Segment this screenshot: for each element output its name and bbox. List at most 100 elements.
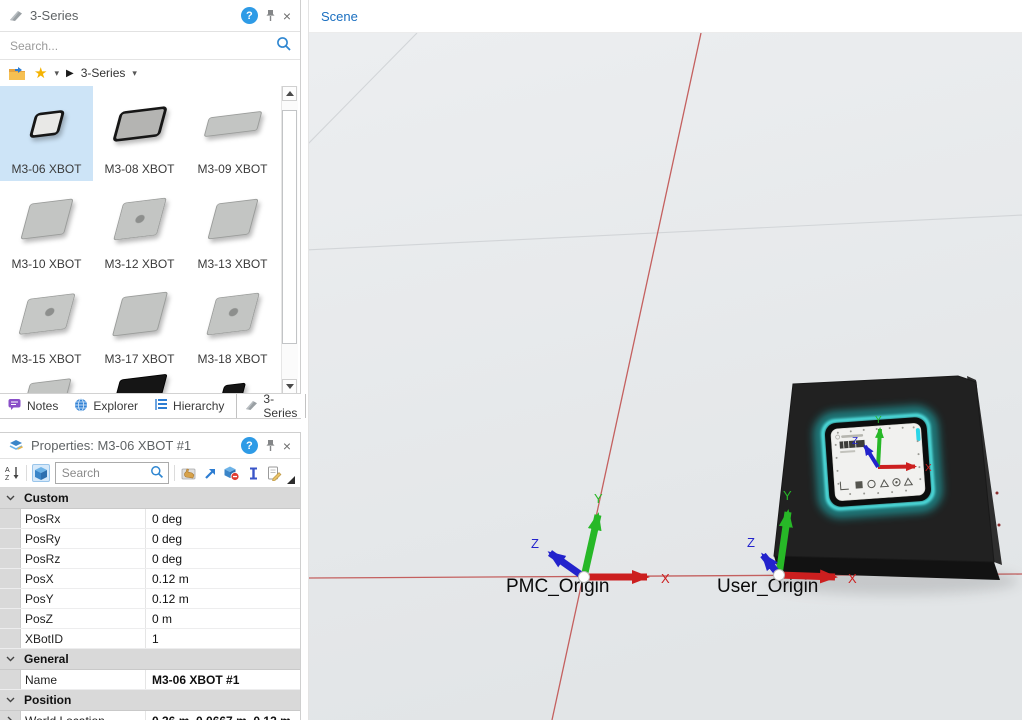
- axis-y-label: Y: [875, 415, 882, 426]
- close-icon[interactable]: ×: [283, 9, 291, 23]
- chevron-down-icon[interactable]: [0, 649, 20, 669]
- properties-search-input[interactable]: [60, 465, 147, 481]
- library-item[interactable]: M3-15 XBOT: [0, 276, 93, 371]
- collection-caret-icon[interactable]: ▾: [132, 68, 137, 79]
- tab-label: Hierarchy: [173, 399, 224, 413]
- open-folder-icon[interactable]: [7, 64, 27, 82]
- properties-titlebar: Properties: M3-06 XBOT #1 ? ×: [0, 433, 300, 459]
- export-arrow-icon[interactable]: [203, 464, 219, 482]
- xbot-thumbnail: [28, 110, 64, 139]
- tab-explorer[interactable]: Explorer: [66, 394, 146, 418]
- library-item-label: M3-13 XBOT: [197, 257, 267, 271]
- 3d-viewport[interactable]: X Y Z PMC_Origin User_Origin X Y Z: [309, 33, 1022, 720]
- library-search-input[interactable]: [8, 38, 276, 54]
- help-icon[interactable]: ?: [241, 437, 258, 454]
- collection-name[interactable]: 3-Series: [81, 66, 126, 80]
- object-cube-icon[interactable]: [32, 464, 50, 482]
- property-value[interactable]: 0 deg: [146, 549, 300, 568]
- axis-x-label: X: [661, 571, 670, 586]
- library-item[interactable]: M3-10 XBOT: [0, 181, 93, 276]
- property-grid: Custom PosRx 0 deg PosRy 0 deg PosRz 0 d…: [0, 488, 300, 720]
- axis-y-label: Y: [594, 491, 603, 506]
- axis-z-label: Z: [852, 436, 858, 447]
- property-value[interactable]: M3-06 XBOT #1: [146, 670, 300, 689]
- scroll-up-button[interactable]: [282, 86, 297, 101]
- property-row: PosZ 0 m: [0, 609, 300, 629]
- property-value[interactable]: 0.36 m, 0.0667 m, 0.12 m: [146, 711, 300, 720]
- xbot-thumbnail: [112, 374, 167, 394]
- property-row: PosRx 0 deg: [0, 509, 300, 529]
- xbot-thumbnail: [207, 199, 258, 240]
- chevron-right-icon[interactable]: [0, 711, 21, 720]
- pennant-icon: [245, 399, 258, 414]
- svg-text:A: A: [5, 467, 10, 474]
- tab-hierarchy[interactable]: Hierarchy: [146, 394, 232, 418]
- chevron-down-icon[interactable]: [0, 690, 20, 710]
- xbot-thumbnail: [22, 378, 71, 394]
- library-item[interactable]: M3-08 XBOT: [93, 86, 186, 181]
- hierarchy-icon: [154, 398, 168, 414]
- library-item[interactable]: M3-09 XBOT: [186, 86, 279, 181]
- expand-play-icon[interactable]: ▶: [66, 68, 74, 79]
- property-value[interactable]: 0.12 m: [146, 589, 300, 608]
- property-label: Name: [21, 670, 146, 689]
- pin-icon[interactable]: [265, 439, 276, 452]
- scrollbar-thumb[interactable]: [282, 110, 297, 344]
- svg-text:Z: Z: [5, 475, 10, 481]
- xbot-thumbnail: [111, 291, 167, 336]
- property-label: PosRx: [21, 509, 146, 528]
- property-value[interactable]: 0 deg: [146, 509, 300, 528]
- xbot-thumbnail: [113, 198, 167, 241]
- library-scrollbar[interactable]: [281, 86, 298, 394]
- library-item-label: M3-18 XBOT: [197, 352, 267, 366]
- tab-3-series[interactable]: 3-Series: [236, 394, 306, 418]
- property-label: PosZ: [21, 609, 146, 628]
- library-item-label: M3-08 XBOT: [104, 162, 174, 176]
- chevron-down-icon[interactable]: [0, 488, 20, 508]
- property-row: PosY 0.12 m: [0, 589, 300, 609]
- properties-icon: [9, 439, 24, 452]
- property-label: World Location: [21, 711, 146, 720]
- property-row: World Location 0.36 m, 0.0667 m, 0.12 m: [0, 711, 300, 720]
- grab-hand-icon[interactable]: [180, 464, 198, 482]
- property-value[interactable]: 1: [146, 629, 300, 648]
- close-icon[interactable]: ×: [283, 439, 291, 453]
- xbot-thumbnail: [112, 106, 168, 142]
- property-label: PosRy: [21, 529, 146, 548]
- tab-label: Notes: [27, 399, 58, 413]
- search-icon[interactable]: [276, 36, 292, 55]
- sort-az-icon[interactable]: AZ: [5, 464, 21, 482]
- property-row: XBotID 1: [0, 629, 300, 649]
- edit-document-icon[interactable]: [266, 464, 282, 482]
- property-value[interactable]: 0.12 m: [146, 569, 300, 588]
- favorites-caret-icon[interactable]: ▾: [54, 68, 59, 79]
- favorites-star-icon[interactable]: ★: [34, 66, 47, 81]
- tab-label: Explorer: [93, 399, 138, 413]
- search-icon[interactable]: [150, 465, 164, 482]
- library-item[interactable]: M3-12 XBOT: [93, 181, 186, 276]
- property-label: PosRz: [21, 549, 146, 568]
- tab-scene[interactable]: Scene: [321, 9, 358, 24]
- cube-remove-icon[interactable]: [223, 464, 240, 482]
- library-item[interactable]: M3-06 XBOT: [0, 86, 93, 181]
- property-value[interactable]: 0 deg: [146, 529, 300, 548]
- library-item-label: M3-09 XBOT: [197, 162, 267, 176]
- library-titlebar: 3-Series ? ×: [0, 0, 300, 32]
- library-item[interactable]: M3-13 XBOT: [186, 181, 279, 276]
- library-item[interactable]: M3-17 XBOT: [93, 276, 186, 371]
- section-header-custom[interactable]: Custom: [0, 488, 300, 509]
- library-item[interactable]: M3-18 XBOT: [186, 276, 279, 371]
- library-item-label: M3-06 XBOT: [11, 162, 81, 176]
- dock-options-icon[interactable]: [287, 476, 295, 484]
- tab-notes[interactable]: Notes: [0, 394, 66, 418]
- pin-icon[interactable]: [265, 9, 276, 22]
- library-item-label: M3-10 XBOT: [11, 257, 81, 271]
- property-value[interactable]: 0 m: [146, 609, 300, 628]
- notes-icon: [8, 398, 22, 414]
- xbot-thumbnail: [206, 293, 260, 336]
- ibeam-icon[interactable]: [245, 464, 261, 482]
- properties-panel: Properties: M3-06 XBOT #1 ? × AZ: [0, 432, 301, 720]
- section-header-general[interactable]: General: [0, 649, 300, 670]
- help-icon[interactable]: ?: [241, 7, 258, 24]
- section-header-position[interactable]: Position: [0, 690, 300, 711]
